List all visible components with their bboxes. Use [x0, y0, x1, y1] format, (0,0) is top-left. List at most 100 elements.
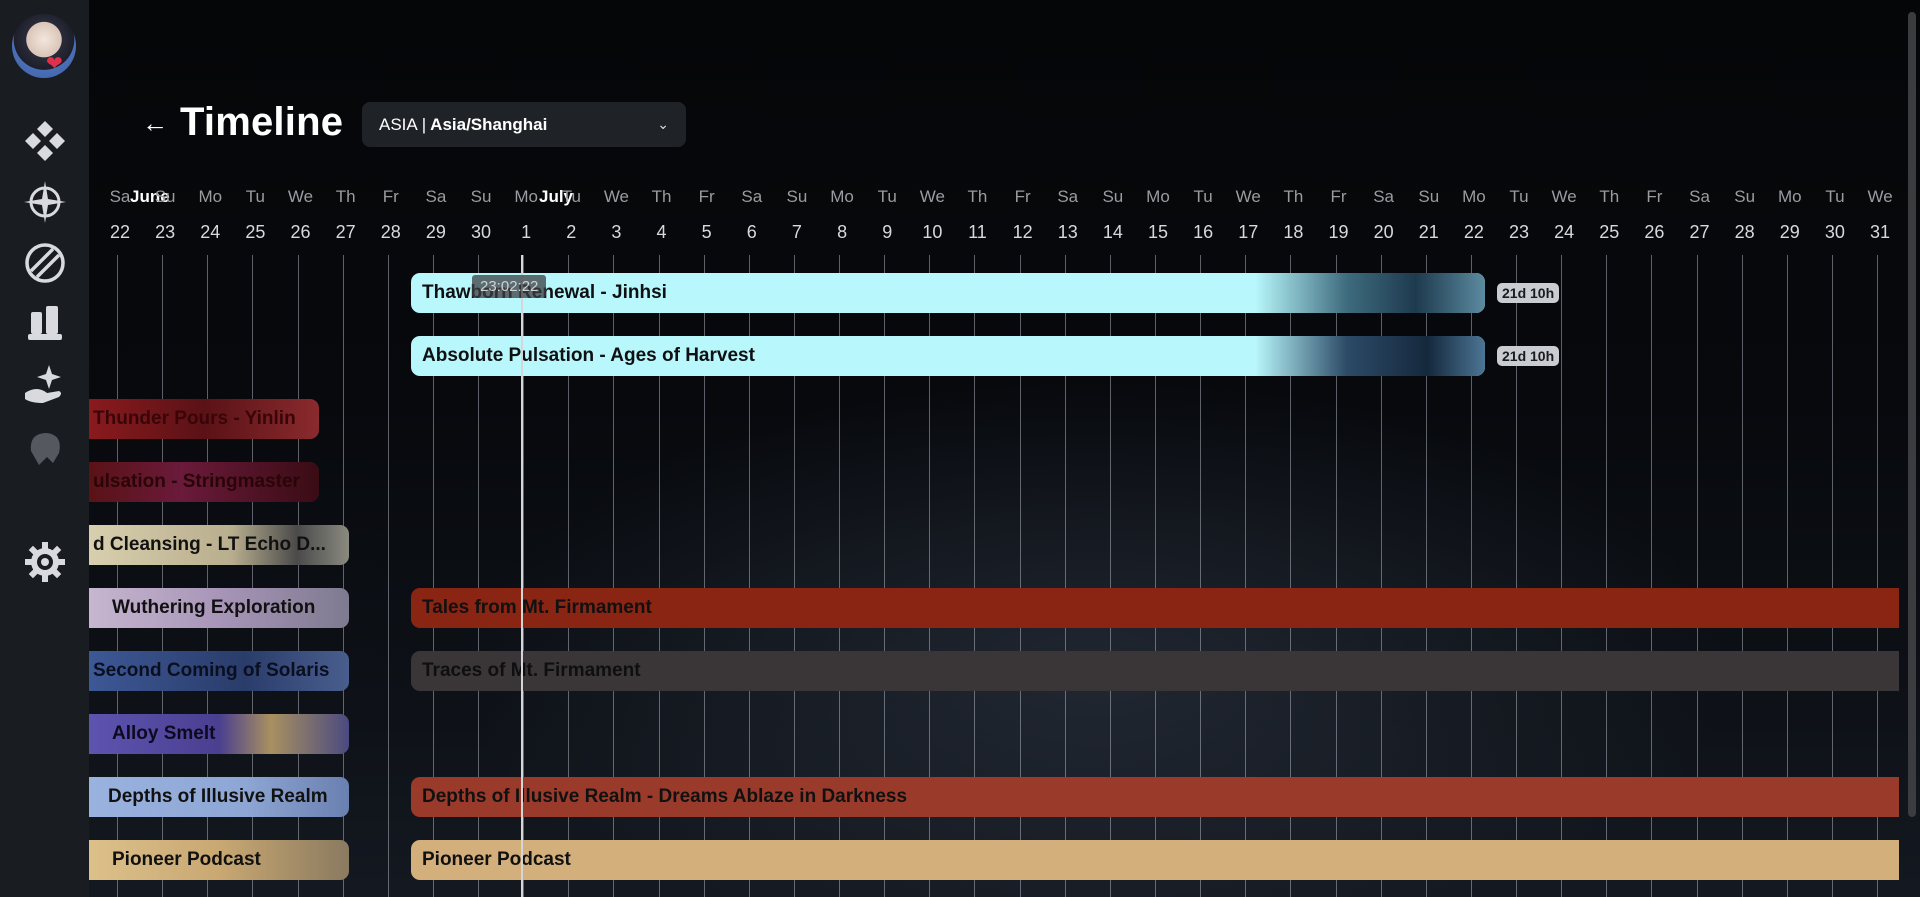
day-of-week-label: Fr [1646, 187, 1663, 206]
day-of-month-label: 16 [1193, 222, 1214, 242]
event-bar-lt-echo[interactable]: d Cleansing - LT Echo D... [89, 525, 349, 565]
timezone-region: ASIA [379, 114, 418, 134]
avatar[interactable]: ❤ [12, 14, 76, 78]
sparkle-hand-icon [25, 365, 61, 403]
day-of-week-label: Sa [741, 187, 763, 206]
day-of-month-label: 14 [1102, 222, 1123, 242]
day-of-month-label: 3 [611, 222, 622, 242]
day-of-week-label: Tu [877, 187, 897, 206]
chevron-down-icon: ⌄ [657, 116, 669, 132]
day-of-week-label: We [1235, 187, 1261, 206]
day-of-week-label: Th [967, 187, 988, 206]
day-of-month-label: 1 [521, 222, 532, 242]
day-of-month-label: 22 [1463, 222, 1484, 242]
event-bar-thunder-pours[interactable]: Thunder Pours - Yinlin [89, 399, 319, 439]
day-of-month-label: 8 [837, 222, 848, 242]
day-of-week-label: Su [786, 187, 808, 206]
timeline[interactable]: June July 23:02:22 Thawborn Renewal - Ji… [89, 175, 1899, 897]
day-of-month-label: 25 [245, 222, 266, 242]
day-of-week-label: Sa [109, 187, 131, 206]
sidebar-item-echoes[interactable] [20, 297, 70, 347]
day-of-week-label: Tu [1193, 187, 1213, 206]
event-bar-thawborn-renewal[interactable]: Thawborn Renewal - Jinhsi [411, 273, 1485, 313]
event-label: Tales from Mt. Firmament [422, 597, 652, 618]
day-of-month-label: 22 [109, 222, 131, 242]
day-of-week-label: Tu [1825, 187, 1845, 206]
day-of-month-label: 4 [656, 222, 667, 242]
day-of-week-label: Tu [561, 187, 581, 206]
day-of-month-label: 30 [1824, 222, 1845, 242]
event-bar-tales-from-mt-firmament[interactable]: Tales from Mt. Firmament [411, 588, 1899, 628]
timezone-select[interactable]: ASIA | Asia/Shanghai ⌄ [362, 102, 686, 147]
day-of-month-label: 9 [882, 222, 893, 242]
day-of-month-label: 27 [335, 222, 356, 242]
event-remaining-badge: 21d 10h [1497, 346, 1560, 366]
day-of-week-label: We [603, 187, 630, 206]
day-of-month-label: 24 [200, 222, 221, 242]
day-of-month-label: 23 [1509, 222, 1530, 242]
day-of-month-label: 2 [566, 222, 577, 242]
day-of-week-label: Tu [1509, 187, 1529, 206]
sidebar-item-gacha[interactable] [20, 116, 70, 166]
event-label: Depths of Illusive Realm [108, 786, 328, 807]
day-of-week-label: Fr [382, 187, 399, 206]
current-time-line [521, 255, 523, 897]
day-of-month-label: 17 [1238, 222, 1259, 242]
day-gridline [387, 255, 389, 897]
event-banner-art [1255, 273, 1485, 313]
day-of-week-label: Fr [1014, 187, 1031, 206]
event-bar-pioneer-podcast[interactable]: Pioneer Podcast [411, 840, 1899, 880]
day-of-month-label: 28 [1734, 222, 1755, 242]
day-of-week-label: Th [335, 187, 356, 206]
event-label: Alloy Smelt [112, 723, 216, 744]
day-of-month-label: 19 [1328, 222, 1349, 242]
timezone-zone: Asia/Shanghai [430, 114, 548, 134]
sidebar-item-resonators[interactable] [20, 177, 70, 227]
event-label: d Cleansing - LT Echo D... [93, 534, 326, 555]
day-of-month-label: 27 [1689, 222, 1710, 242]
back-button[interactable]: ← [140, 108, 170, 138]
day-of-month-label: 13 [1057, 222, 1078, 242]
sidebar-item-events[interactable] [20, 360, 70, 410]
event-label: Pioneer Podcast [422, 849, 571, 870]
event-label: Wuthering Exploration [112, 597, 316, 618]
event-bar-dreams-ablaze[interactable]: Depths of Illusive Realm - Dreams Ablaze… [411, 777, 1899, 817]
day-of-month-label: 12 [1012, 222, 1033, 242]
day-of-month-label: 7 [791, 222, 802, 242]
day-of-month-label: 5 [701, 222, 712, 242]
event-remaining-badge: 21d 10h [1497, 283, 1560, 303]
day-of-month-label: 29 [425, 222, 446, 242]
day-of-week-label: Mo [830, 187, 854, 206]
event-banner-art [1255, 336, 1485, 376]
chess-pieces-icon [28, 306, 62, 340]
event-label: Thunder Pours - Yinlin [93, 408, 296, 429]
sidebar-item-character[interactable] [20, 424, 70, 474]
current-time-label: 23:02:22 [472, 275, 547, 298]
day-of-week-label: Mo [1146, 187, 1170, 206]
day-of-month-label: 28 [380, 222, 401, 242]
event-bar-stringmaster[interactable]: ulsation - Stringmaster [89, 462, 319, 502]
day-of-week-label: Su [1102, 187, 1124, 206]
event-bar-wuthering-exploration[interactable]: Wuthering Exploration [89, 588, 349, 628]
event-bar-absolute-pulsation[interactable]: Absolute Pulsation - Ages of Harvest [411, 336, 1485, 376]
day-of-week-label: Sa [1057, 187, 1079, 206]
event-label: Traces of Mt. Firmament [422, 660, 641, 681]
event-bar-alloy-smelt[interactable]: Alloy Smelt [89, 714, 349, 754]
day-of-week-label: Sa [425, 187, 447, 206]
gear-icon [25, 542, 65, 582]
day-of-week-label: Sa [1689, 187, 1710, 206]
day-of-week-label: Th [1283, 187, 1304, 206]
event-bar-second-coming-of-solaris[interactable]: Second Coming of Solaris [89, 651, 349, 691]
event-bar-pioneer-podcast-past[interactable]: Pioneer Podcast [89, 840, 349, 880]
event-label: Pioneer Podcast [112, 849, 261, 870]
vertical-scrollbar[interactable] [1908, 12, 1916, 817]
day-of-week-label: Fr [1330, 187, 1347, 206]
event-bar-traces-of-mt-firmament[interactable]: Traces of Mt. Firmament [411, 651, 1899, 691]
day-of-week-label: Fr [698, 187, 715, 206]
day-of-month-label: 25 [1599, 222, 1620, 242]
sidebar-item-settings[interactable] [20, 537, 70, 587]
sidebar-item-weapons[interactable] [20, 238, 70, 288]
event-bar-depths-of-illusive-realm[interactable]: Depths of Illusive Realm [89, 777, 349, 817]
diamond-cluster-icon [25, 121, 65, 161]
event-label: Absolute Pulsation - Ages of Harvest [422, 345, 755, 366]
